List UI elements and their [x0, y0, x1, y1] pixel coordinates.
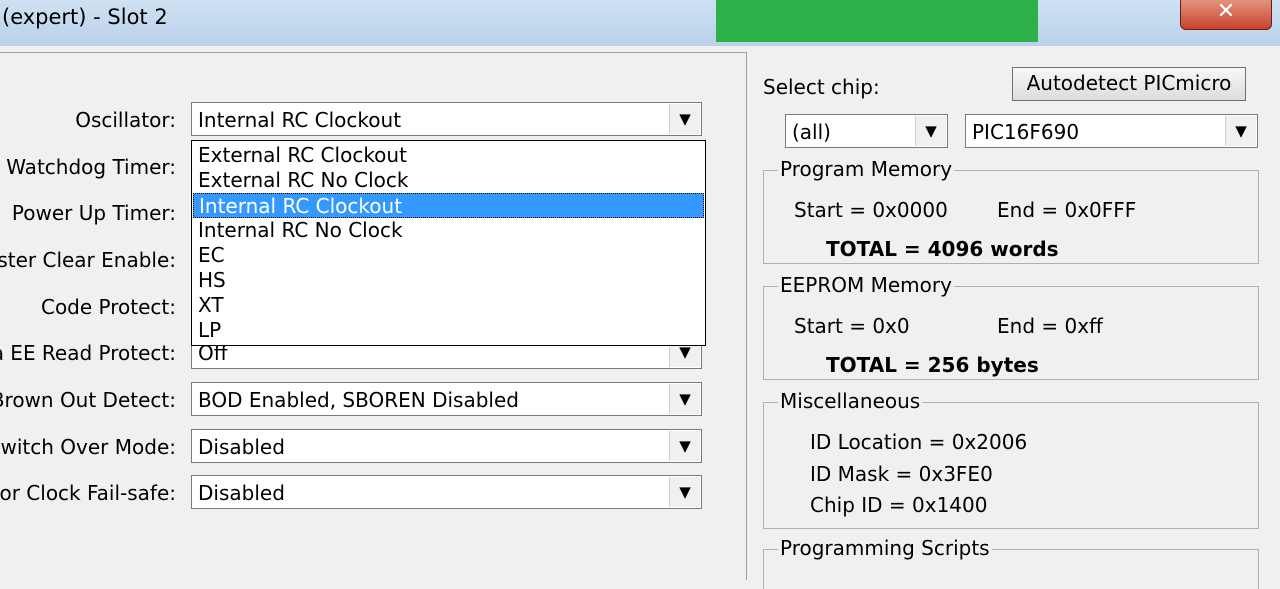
power-up-timer-label: Power Up Timer: [11, 201, 176, 225]
oscillator-label: Oscillator: [75, 108, 176, 132]
chevron-down-icon[interactable]: ▼ [669, 431, 700, 461]
code-protect-label: Code Protect: [40, 295, 176, 319]
id-location: ID Location = 0x2006 [810, 430, 1028, 454]
dropdown-option-selected[interactable]: Internal RC Clockout [193, 193, 704, 218]
monitor-clock-fail-safe-select[interactable]: Disabled ▼ [191, 475, 702, 509]
eeprom-memory-group: EEPROM Memory Start = 0x0 End = 0xff TOT… [763, 273, 1259, 380]
program-memory-start: Start = 0x0000 [794, 198, 948, 222]
title-bar: (expert) - Slot 2 ✕ [0, 0, 1280, 46]
chip-family-value: (all) [792, 120, 831, 144]
switch-over-mode-value: Disabled [198, 435, 285, 459]
eeprom-memory-end: End = 0xff [997, 314, 1103, 338]
select-chip-label: Select chip: [763, 75, 880, 99]
chevron-down-icon[interactable]: ▼ [1225, 116, 1256, 146]
chevron-down-icon[interactable]: ▼ [669, 104, 700, 134]
oscillator-value: Internal RC Clockout [198, 108, 402, 132]
dropdown-option[interactable]: LP [193, 318, 704, 343]
brown-out-detect-label: Brown Out Detect: [0, 388, 176, 412]
dropdown-option[interactable]: Internal RC No Clock [193, 218, 704, 243]
id-mask: ID Mask = 0x3FE0 [810, 462, 993, 486]
programming-scripts-title: Programming Scripts [778, 536, 992, 560]
eeprom-memory-start: Start = 0x0 [794, 314, 910, 338]
program-memory-title: Program Memory [778, 157, 955, 181]
miscellaneous-group: Miscellaneous ID Location = 0x2006 ID Ma… [763, 389, 1259, 529]
program-memory-group: Program Memory Start = 0x0000 End = 0x0F… [763, 157, 1259, 264]
switch-over-mode-label: Switch Over Mode: [0, 435, 176, 459]
close-icon: ✕ [1216, 0, 1236, 24]
background-window-strip [716, 0, 1038, 42]
brown-out-detect-select[interactable]: BOD Enabled, SBOREN Disabled ▼ [191, 382, 702, 416]
chip-value: PIC16F690 [972, 120, 1080, 144]
autodetect-button[interactable]: Autodetect PICmicro [1012, 67, 1246, 101]
data-ee-read-protect-label: a EE Read Protect: [0, 341, 176, 365]
close-button[interactable]: ✕ [1180, 0, 1272, 30]
dropdown-option[interactable]: EC [193, 243, 704, 268]
dropdown-option[interactable]: External RC Clockout [193, 143, 704, 168]
chevron-down-icon[interactable]: ▼ [669, 384, 700, 414]
brown-out-detect-value: BOD Enabled, SBOREN Disabled [198, 388, 519, 412]
monitor-clock-fail-safe-label: itor Clock Fail-safe: [0, 481, 176, 505]
chevron-down-icon[interactable]: ▼ [669, 477, 700, 507]
dropdown-option[interactable]: XT [193, 293, 704, 318]
program-memory-total: TOTAL = 4096 words [826, 237, 1059, 261]
miscellaneous-title: Miscellaneous [778, 389, 923, 413]
oscillator-dropdown-list: External RC Clockout External RC No Cloc… [191, 140, 706, 346]
program-memory-end: End = 0x0FFF [997, 198, 1137, 222]
chip-family-select[interactable]: (all) ▼ [785, 114, 948, 148]
oscillator-select[interactable]: Internal RC Clockout ▼ [191, 102, 702, 136]
eeprom-memory-total: TOTAL = 256 bytes [826, 353, 1039, 377]
chip-select[interactable]: PIC16F690 ▼ [965, 114, 1258, 148]
eeprom-memory-title: EEPROM Memory [778, 273, 954, 297]
chevron-down-icon[interactable]: ▼ [915, 116, 946, 146]
dropdown-option[interactable]: External RC No Clock [193, 168, 704, 193]
window-title: (expert) - Slot 2 [2, 5, 168, 29]
monitor-clock-fail-safe-value: Disabled [198, 481, 285, 505]
dropdown-option[interactable]: HS [193, 268, 704, 293]
programming-scripts-group: Programming Scripts [763, 536, 1259, 589]
master-clear-enable-label: laster Clear Enable: [0, 248, 176, 272]
switch-over-mode-select[interactable]: Disabled ▼ [191, 429, 702, 463]
chip-id: Chip ID = 0x1400 [810, 493, 988, 517]
watchdog-timer-label: Watchdog Timer: [6, 155, 176, 179]
